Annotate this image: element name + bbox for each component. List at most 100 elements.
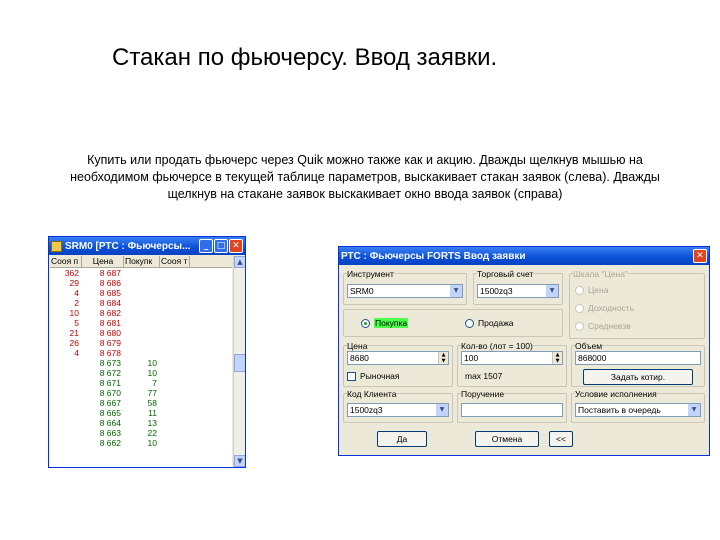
col-own-volume[interactable]: Сооя т [160, 256, 190, 267]
price-stepper[interactable]: ▲ ▼ [438, 352, 448, 364]
chevron-down-icon[interactable]: ▼ [546, 285, 558, 297]
condition-value: Поставить в очередь [578, 405, 661, 415]
radio-avg-label: Средневзв [588, 321, 631, 331]
orderbook-row[interactable]: 4 8 685 [50, 288, 232, 298]
buy-volume-cell: 10 [147, 358, 157, 368]
orderbook-row[interactable]: 8 663 22 [50, 428, 232, 438]
radio-yield[interactable]: Доходность [575, 303, 634, 313]
price-cell: 8 670 [99, 388, 121, 398]
orderbook-row[interactable]: 8 665 11 [50, 408, 232, 418]
instruction-label: Поручение [461, 389, 505, 399]
sell-volume-cell [50, 408, 82, 418]
cancel-button[interactable]: Отмена [475, 431, 539, 447]
collapse-button[interactable]: << [549, 431, 573, 447]
col-buy-volume[interactable]: Покупк [124, 256, 160, 267]
account-select[interactable]: 1500zq3 ▼ [477, 284, 559, 298]
own-volume-cell [160, 308, 190, 318]
close-button[interactable]: ✕ [229, 239, 243, 253]
condition-select[interactable]: Поставить в очередь ▼ [575, 403, 701, 417]
maximize-button[interactable]: □ [214, 239, 228, 253]
own-volume-cell [160, 328, 190, 338]
scale-label: Шкала "Цена" [573, 269, 628, 279]
qty-input[interactable]: 100 ▲ ▼ [461, 351, 563, 365]
qty-stepper[interactable]: ▲ ▼ [552, 352, 562, 364]
radio-icon [465, 318, 474, 328]
scroll-down-icon[interactable]: ▼ [234, 455, 245, 467]
chevron-down-icon[interactable]: ▼ [436, 404, 448, 416]
orderbook-row[interactable]: 8 670 77 [50, 388, 232, 398]
account-value: 1500zq3 [480, 286, 513, 296]
orderbook-table: Сооя п Цена Покупк Сооя т 362 8 687 29 8 68… [50, 256, 232, 467]
market-checkbox[interactable]: Рыночная [347, 371, 399, 381]
minimize-button[interactable]: _ [199, 239, 213, 253]
own-volume-cell [160, 418, 190, 428]
orderbook-row[interactable]: 2 8 684 [50, 298, 232, 308]
radio-sell-label: Продажа [478, 318, 514, 328]
sell-volume-cell [50, 398, 82, 408]
buy-volume-cell [124, 278, 160, 288]
slide-description: Купить или продать фьючерс через Quik мо… [70, 153, 660, 201]
price-label: Цена [347, 341, 368, 351]
radio-sell[interactable]: Продажа [465, 318, 513, 328]
own-volume-cell [160, 378, 190, 388]
price-cell: 8 671 [99, 378, 121, 388]
orderbook-row[interactable]: 26 8 679 [50, 338, 232, 348]
orderbook-row[interactable]: 8 664 13 [50, 418, 232, 428]
orderbook-row[interactable]: 8 662 10 [50, 438, 232, 448]
instrument-value: SRM0 [350, 286, 374, 296]
own-volume-cell [160, 348, 190, 358]
sell-volume-cell: 5 [74, 318, 79, 328]
price-cell: 8 665 [99, 408, 121, 418]
orderbook-rows: 362 8 687 29 8 686 4 8 685 2 8 684 10 8 682 5 8 681… [50, 268, 232, 448]
radio-price-label: Цена [588, 285, 609, 295]
instrument-select[interactable]: SRM0 ▼ [347, 284, 463, 298]
price-cell: 8 686 [99, 278, 121, 288]
orderbook-row[interactable]: 8 671 7 [50, 378, 232, 388]
scroll-thumb[interactable] [234, 354, 245, 372]
radio-buy-label: Покупка [374, 318, 409, 328]
order-entry-titlebar[interactable]: РТС : Фьючерсы FORTS Ввод заявки ✕ [339, 247, 709, 265]
price-cell: 8 685 [99, 288, 121, 298]
col-price[interactable]: Цена [82, 256, 124, 267]
qty-label: Кол-во (лот = 100) [461, 341, 533, 351]
volume-input[interactable]: 868000 [575, 351, 701, 365]
price-cell: 8 684 [99, 298, 121, 308]
scroll-up-icon[interactable]: ▲ [234, 256, 245, 268]
instruction-input[interactable] [461, 403, 563, 417]
chevron-down-icon[interactable]: ▼ [688, 404, 700, 416]
condition-label: Условие исполнения [575, 389, 657, 399]
client-select[interactable]: 1500zq3 ▼ [347, 403, 449, 417]
radio-buy[interactable]: Покупка [361, 318, 409, 328]
sell-volume-cell: 4 [74, 348, 79, 358]
max-qty: max 1507 [465, 371, 503, 381]
radio-selected-icon [361, 318, 370, 328]
order-close-button[interactable]: ✕ [693, 249, 707, 263]
sell-volume-cell [50, 418, 82, 428]
buy-volume-cell [124, 318, 160, 328]
orderbook-row[interactable]: 8 672 10 [50, 368, 232, 378]
radio-price[interactable]: Цена [575, 285, 608, 295]
market-label: Рыночная [360, 371, 400, 381]
own-volume-cell [160, 388, 190, 398]
orderbook-row[interactable]: 362 8 687 [50, 268, 232, 278]
buy-volume-cell: 13 [147, 418, 157, 428]
ok-button[interactable]: Да [377, 431, 427, 447]
orderbook-row[interactable]: 10 8 682 [50, 308, 232, 318]
orderbook-scrollbar[interactable]: ▲ ▼ [233, 256, 245, 467]
orderbook-row[interactable]: 21 8 680 [50, 328, 232, 338]
chevron-down-icon[interactable]: ▼ [450, 285, 462, 297]
orderbook-row[interactable]: 4 8 678 [50, 348, 232, 358]
price-input[interactable]: 8680 ▲ ▼ [347, 351, 449, 365]
orderbook-row[interactable]: 8 673 10 [50, 358, 232, 368]
orderbook-row[interactable]: 29 8 686 [50, 278, 232, 288]
buy-volume-cell: 58 [147, 398, 157, 408]
radio-yield-label: Доходность [588, 303, 635, 313]
sell-volume-cell: 26 [69, 338, 79, 348]
col-sell-volume[interactable]: Сооя п [50, 256, 82, 267]
radio-avg[interactable]: Средневзв [575, 321, 631, 331]
orderbook-titlebar[interactable]: SRM0 [РТС : Фьючерсы... _ □ ✕ [49, 237, 245, 255]
orderbook-row[interactable]: 5 8 681 [50, 318, 232, 328]
orderbook-row[interactable]: 8 667 58 [50, 398, 232, 408]
set-quote-button[interactable]: Задать котир. [583, 369, 693, 385]
slide-title: Стакан по фьючерсу. Ввод заявки. [112, 44, 498, 71]
